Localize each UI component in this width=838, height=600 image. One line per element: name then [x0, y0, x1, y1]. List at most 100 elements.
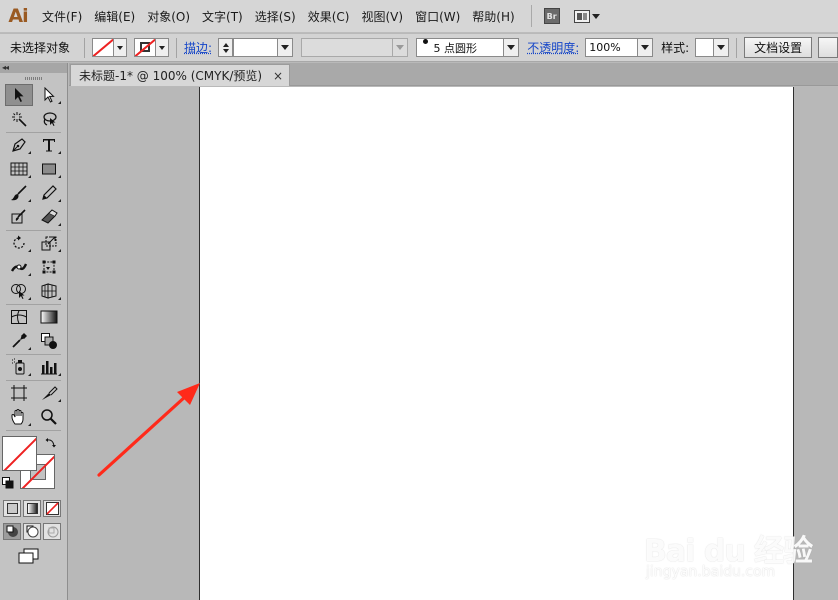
control-separator — [736, 37, 738, 58]
bridge-icon[interactable]: Br — [543, 8, 560, 24]
hand-icon — [11, 409, 23, 425]
color-mode-row — [3, 500, 67, 517]
zoom-tool[interactable] — [35, 406, 63, 428]
stroke-weight-combo[interactable] — [233, 38, 293, 57]
opacity-combo[interactable]: 100% — [585, 38, 654, 57]
blob-brush-tool[interactable] — [5, 206, 33, 228]
blend-tool[interactable] — [35, 330, 63, 352]
gradient-icon — [40, 310, 57, 324]
perspective-grid-tool[interactable] — [35, 280, 63, 302]
shape-builder-tool[interactable] — [5, 280, 33, 302]
rotate-tool[interactable] — [5, 232, 33, 254]
chevron-down-icon — [713, 39, 729, 56]
chevron-down-icon — [503, 39, 519, 56]
gradient-tool[interactable] — [35, 306, 63, 328]
column-graph-tool[interactable] — [35, 356, 63, 378]
eraser-tool[interactable] — [35, 206, 63, 228]
selection-tool[interactable] — [4, 84, 33, 106]
perspective-grid-icon — [41, 283, 56, 299]
control-separator — [176, 37, 178, 58]
style-label: 样式: — [661, 41, 690, 55]
width-tool[interactable] — [5, 256, 33, 278]
blend-icon — [40, 333, 57, 349]
arrange-documents-icon — [573, 9, 590, 23]
fill-swatch[interactable] — [2, 436, 37, 471]
menu-file[interactable]: 文件(F) — [36, 8, 88, 25]
graphic-style-swatch — [696, 39, 713, 56]
collapse-panel-icon[interactable]: ◂◂ — [2, 64, 9, 72]
free-transform-tool[interactable] — [35, 256, 63, 278]
menu-window[interactable]: 窗口(W) — [409, 8, 466, 25]
graphic-style-dropdown[interactable] — [695, 38, 730, 57]
chevron-down-icon — [276, 39, 292, 56]
arrow-up-icon — [222, 42, 229, 47]
magic-wand-tool[interactable] — [5, 108, 33, 130]
fill-color-dropdown[interactable] — [92, 38, 128, 57]
menu-type[interactable]: 文字(T) — [196, 8, 249, 25]
artboard-tool[interactable] — [5, 382, 33, 404]
preferences-button[interactable] — [818, 37, 838, 58]
draw-inside-button[interactable] — [43, 523, 61, 540]
pen-tool[interactable] — [5, 134, 33, 156]
eyedropper-tool[interactable] — [5, 330, 33, 352]
menu-bar: Ai 文件(F) 编辑(E) 对象(O) 文字(T) 选择(S) 效果(C) 视… — [0, 0, 838, 33]
screen-mode-button[interactable] — [18, 548, 67, 567]
baidu-watermark: Bai du 经验 jingyan.baidu.com — [640, 512, 830, 592]
stroke-weight-input[interactable] — [234, 39, 277, 56]
menu-view[interactable]: 视图(V) — [355, 8, 409, 25]
opacity-input[interactable]: 100% — [586, 39, 637, 56]
lasso-tool[interactable] — [35, 108, 63, 130]
chevron-down-icon — [591, 13, 600, 19]
menu-help[interactable]: 帮助(H) — [466, 8, 520, 25]
opacity-panel-link[interactable]: 不透明度: — [527, 39, 579, 56]
stroke-panel-link[interactable]: 描边: — [184, 39, 212, 56]
panel-grip[interactable] — [0, 73, 67, 83]
color-mode-button[interactable] — [3, 500, 21, 517]
document-setup-button[interactable]: 文档设置 — [744, 37, 813, 58]
chevron-down-icon — [155, 39, 169, 56]
pencil-icon — [41, 185, 57, 200]
none-mode-button[interactable] — [43, 500, 61, 517]
brush-definition-dropdown[interactable]: 5 点圆形 — [415, 38, 520, 57]
swap-fill-stroke-icon[interactable] — [45, 437, 57, 449]
slice-tool[interactable] — [35, 382, 63, 404]
draw-normal-button[interactable] — [3, 523, 21, 540]
menu-effect[interactable]: 效果(C) — [302, 8, 356, 25]
default-fill-stroke-icon[interactable] — [2, 477, 14, 489]
draw-behind-button[interactable] — [23, 523, 41, 540]
gradient-mode-button[interactable] — [23, 500, 41, 517]
paintbrush-tool[interactable] — [5, 182, 33, 204]
variable-width-profile-dropdown[interactable] — [300, 38, 408, 57]
symbol-sprayer-tool[interactable] — [5, 356, 33, 378]
slice-knife-icon — [41, 386, 58, 400]
direct-selection-tool[interactable] — [35, 84, 63, 106]
column-graph-icon — [40, 361, 57, 375]
mesh-tool[interactable] — [5, 306, 33, 328]
width-tool-icon — [10, 263, 27, 272]
brush-dot-icon — [422, 39, 428, 44]
document-tab-strip: 未标题-1* @ 100% (CMYK/预览) × — [69, 63, 838, 86]
type-tool[interactable] — [35, 134, 63, 156]
selection-status: 未选择对象 — [10, 41, 71, 55]
menu-edit[interactable]: 编辑(E) — [88, 8, 141, 25]
screen-mode-icon — [18, 548, 39, 564]
arrange-documents-button[interactable] — [573, 9, 600, 23]
rectangle-tool[interactable] — [35, 158, 63, 180]
rotate-icon — [12, 235, 25, 249]
rectangular-grid-tool[interactable] — [5, 158, 33, 180]
control-bar: 未选择对象 描边: 5 点圆形 不透明度: 100% 样式: 文档设置 — [0, 34, 838, 62]
menu-object[interactable]: 对象(O) — [141, 8, 196, 25]
chevron-down-icon — [637, 39, 653, 56]
hand-tool[interactable] — [5, 406, 33, 428]
document-tab[interactable]: 未标题-1* @ 100% (CMYK/预览) × — [70, 64, 290, 86]
close-icon[interactable]: × — [273, 69, 283, 83]
scale-tool[interactable] — [35, 232, 63, 254]
menu-select[interactable]: 选择(S) — [249, 8, 302, 25]
scale-icon — [41, 236, 56, 251]
watermark-url: jingyan.baidu.com — [646, 564, 776, 580]
rectangle-icon — [41, 163, 56, 175]
chevron-down-icon — [391, 39, 407, 56]
stroke-weight-spinner[interactable] — [218, 38, 234, 57]
stroke-color-dropdown[interactable] — [134, 38, 170, 57]
pencil-tool[interactable] — [35, 182, 63, 204]
